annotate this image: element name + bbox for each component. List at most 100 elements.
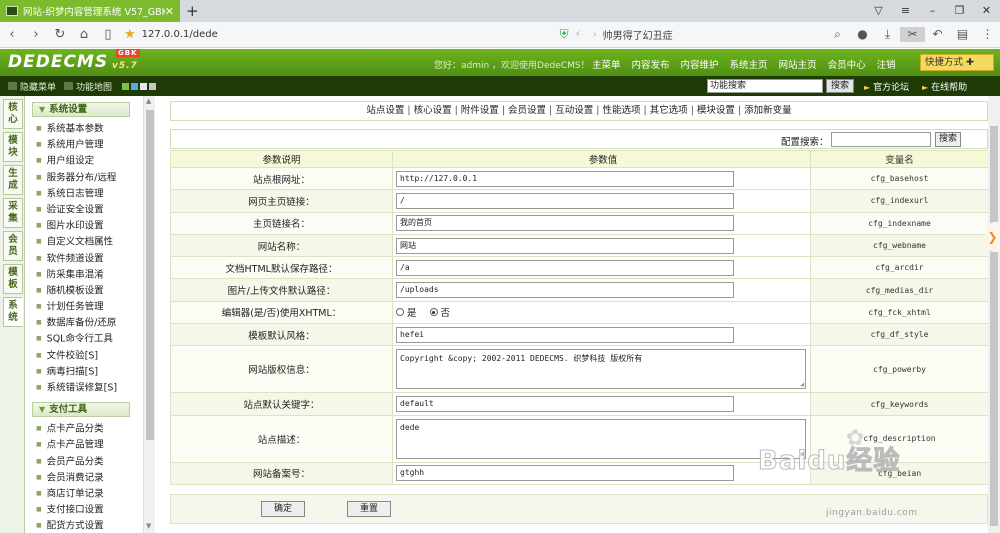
config-search-button[interactable]: 搜索: [935, 132, 961, 147]
param-input[interactable]: default: [396, 396, 734, 413]
param-input[interactable]: 网站: [396, 237, 734, 254]
menu-item[interactable]: ■ 病毒扫描[S]: [26, 364, 142, 380]
param-textarea[interactable]: Copyright &copy; 2002-2011 DEDECMS. 织梦科技…: [396, 349, 806, 390]
skin-green-swatch[interactable]: [122, 82, 130, 90]
menu-icon[interactable]: ≡: [892, 0, 919, 22]
vtab-generate[interactable]: 生成: [3, 165, 23, 195]
minimize-icon[interactable]: –: [919, 0, 946, 22]
hide-menu-link[interactable]: 隐藏菜单: [8, 80, 56, 93]
menu-item[interactable]: ■ 系统用户管理: [26, 137, 142, 153]
menu-item[interactable]: ■ 验证安全设置: [26, 202, 142, 218]
lightning-icon[interactable]: ⚡: [575, 30, 581, 40]
scissors-icon[interactable]: ✂: [900, 27, 925, 42]
close-tab-icon[interactable]: ✕: [165, 5, 174, 18]
config-search-input[interactable]: [831, 132, 931, 147]
menu-item[interactable]: ■ 数据库备份/还原: [26, 315, 142, 331]
chat-icon[interactable]: ●: [850, 27, 875, 42]
search-suggestion[interactable]: 帅男得了幻丑症: [603, 27, 743, 42]
nav-system-home[interactable]: 系统主页: [730, 57, 768, 71]
vtab-template[interactable]: 模板: [3, 264, 23, 294]
shield-icon[interactable]: ⛨: [560, 27, 569, 42]
tab-other[interactable]: 其它选项: [650, 105, 688, 116]
vtab-member[interactable]: 会员: [3, 231, 23, 261]
radio-yes[interactable]: [396, 308, 404, 317]
reader-icon[interactable]: ▯: [96, 27, 120, 42]
menu-item[interactable]: ■ 支付接口设置: [26, 502, 142, 518]
vtab-system[interactable]: 系统: [3, 297, 23, 327]
browser-tab[interactable]: 网站-织梦内容管理系统 V57_GBK_SP ✕: [0, 0, 180, 22]
menu-item[interactable]: ■ 防采集串混淆: [26, 267, 142, 283]
menu-section-system[interactable]: ▼ 系统设置: [32, 102, 130, 117]
skin-gray-swatch[interactable]: [149, 82, 157, 90]
confirm-button[interactable]: 确定: [261, 501, 305, 517]
vtab-module[interactable]: 模块: [3, 132, 23, 162]
tab-module[interactable]: 模块设置: [697, 105, 735, 116]
skin-white-swatch[interactable]: [140, 82, 148, 90]
back-icon[interactable]: ‹: [0, 27, 24, 42]
help-link[interactable]: ► 在线帮助: [922, 80, 967, 93]
site-map-link[interactable]: 功能地图: [64, 80, 112, 93]
menu-item[interactable]: ■ 自定义文档属性: [26, 234, 142, 250]
function-search-button[interactable]: 搜索: [826, 79, 854, 93]
param-input[interactable]: /: [396, 192, 734, 209]
menu-item[interactable]: ■ 用户组设定: [26, 153, 142, 169]
menu-item[interactable]: ■ 计划任务管理: [26, 299, 142, 315]
function-search-input[interactable]: 功能搜索: [707, 79, 823, 93]
reset-button[interactable]: 重置: [347, 501, 391, 517]
radio-no[interactable]: [429, 308, 438, 317]
param-input[interactable]: hefei: [396, 326, 734, 343]
nav-logout[interactable]: 注销: [877, 57, 896, 71]
param-input[interactable]: http://127.0.0.1: [396, 170, 734, 187]
menu-item[interactable]: ■ SQL命令行工具: [26, 331, 142, 347]
tab-interaction[interactable]: 互动设置: [555, 105, 593, 116]
quick-menu-button[interactable]: 快捷方式 ✚: [920, 54, 994, 71]
menu-item[interactable]: ■ 点卡产品分类: [26, 421, 142, 437]
menu-item[interactable]: ■ 服务器分布/远程: [26, 170, 142, 186]
menu-item[interactable]: ■ 系统基本参数: [26, 121, 142, 137]
scroll-down-icon[interactable]: ▼: [146, 522, 151, 530]
download-icon[interactable]: ⤓: [875, 27, 900, 42]
nav-member-center[interactable]: 会员中心: [828, 57, 866, 71]
home-icon[interactable]: ⌂: [72, 27, 96, 42]
resize-handle-icon[interactable]: ◢: [800, 381, 804, 388]
more-icon[interactable]: ⋮: [975, 27, 1000, 42]
scroll-thumb[interactable]: [146, 110, 154, 440]
tab-member[interactable]: 会员设置: [508, 105, 546, 116]
nav-main-menu[interactable]: 主菜单: [592, 57, 621, 71]
menu-item[interactable]: ■ 配货方式设置: [26, 518, 142, 533]
nav-content-maintain[interactable]: 内容维护: [681, 57, 719, 71]
side-float-icon[interactable]: ❯: [985, 222, 1000, 252]
param-input[interactable]: /a: [396, 259, 734, 276]
forum-link[interactable]: ► 官方论坛: [864, 80, 909, 93]
menu-section-payment[interactable]: ▼ 支付工具: [32, 402, 130, 418]
tab-add-variable[interactable]: 添加新变量: [744, 105, 792, 116]
vtab-core[interactable]: 核心: [3, 99, 23, 129]
page-scroll-thumb[interactable]: [990, 126, 998, 526]
menu-item[interactable]: ■ 图片水印设置: [26, 218, 142, 234]
nav-site-home[interactable]: 网站主页: [779, 57, 817, 71]
param-input[interactable]: gtghh: [396, 465, 734, 482]
menu-item[interactable]: ■ 商店订单记录: [26, 486, 142, 502]
menu-item[interactable]: ■ 会员消费记录: [26, 470, 142, 486]
nav-content-publish[interactable]: 内容发布: [632, 57, 670, 71]
new-tab-icon[interactable]: +: [186, 2, 199, 20]
forward-icon[interactable]: ›: [24, 27, 48, 42]
menu-item[interactable]: ■ 点卡产品管理: [26, 437, 142, 453]
page-scrollbar[interactable]: [988, 96, 1000, 533]
scroll-up-icon[interactable]: ▲: [146, 97, 151, 105]
skin-blue-swatch[interactable]: [131, 82, 139, 90]
menu-scrollbar[interactable]: ▲ ▼: [143, 96, 155, 533]
menu-item[interactable]: ■ 会员产品分类: [26, 454, 142, 470]
restore-icon[interactable]: ❐: [946, 0, 973, 22]
vtab-collect[interactable]: 采集: [3, 198, 23, 228]
param-textarea[interactable]: dede ◢: [396, 418, 806, 459]
menu-item[interactable]: ■ 系统错误修复[S]: [26, 380, 142, 396]
bookmark-star-icon[interactable]: ★: [124, 27, 136, 42]
clipboard-icon[interactable]: ▤: [950, 27, 975, 42]
tab-core[interactable]: 核心设置: [414, 105, 452, 116]
url-field[interactable]: 127.0.0.1/dede: [142, 29, 552, 40]
tab-performance[interactable]: 性能选项: [602, 105, 640, 116]
param-input[interactable]: 我的首页: [396, 215, 734, 232]
search-icon[interactable]: ⌕: [825, 27, 850, 42]
menu-item[interactable]: ■ 文件校验[S]: [26, 348, 142, 364]
